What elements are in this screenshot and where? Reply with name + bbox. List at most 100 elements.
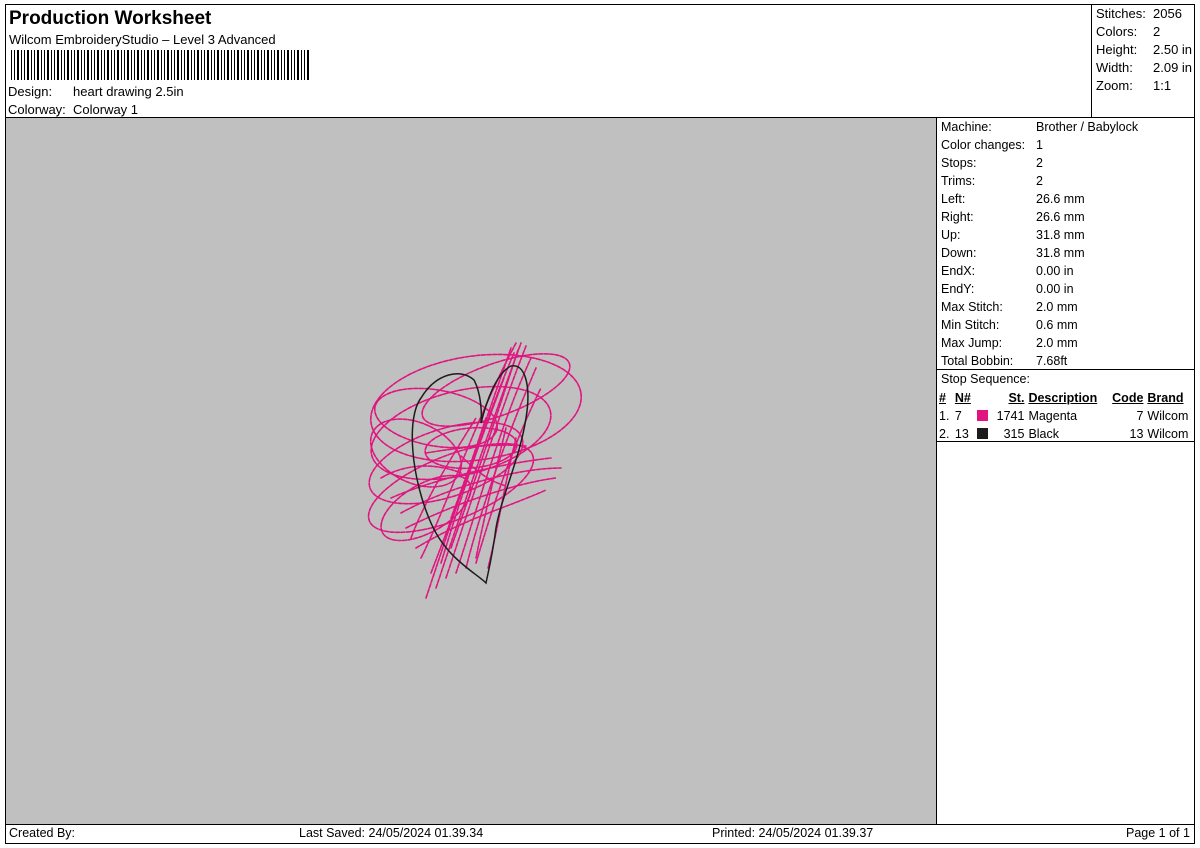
magenta-stitches xyxy=(367,342,583,599)
machine-info-label: Max Jump: xyxy=(941,336,1003,350)
barcode-bar xyxy=(47,50,49,80)
barcode-bar xyxy=(197,50,199,80)
barcode-bar xyxy=(291,50,292,80)
barcode-bar xyxy=(211,50,212,80)
machine-info-row: EndY: 0.00 in xyxy=(941,282,1195,296)
design-row: Design: heart drawing 2.5in xyxy=(8,84,184,99)
row-code: 7 xyxy=(1136,409,1144,423)
barcode-bar xyxy=(241,50,242,80)
barcode-bar xyxy=(27,50,29,80)
barcode-bar xyxy=(137,50,139,80)
colorway-label: Colorway: xyxy=(8,102,66,117)
design-value: heart drawing 2.5in xyxy=(73,84,184,99)
barcode-bar xyxy=(71,50,72,80)
barcode-bar xyxy=(34,50,35,80)
barcode-bar xyxy=(64,50,65,80)
barcode-bar xyxy=(287,50,289,80)
header-code: Code xyxy=(1112,391,1144,405)
barcode-bar xyxy=(207,50,209,80)
barcode-bar xyxy=(201,50,202,80)
barcode-bar xyxy=(104,50,105,80)
barcode-bar xyxy=(187,50,189,80)
machine-info-label: Trims: xyxy=(941,174,976,188)
barcode-bar xyxy=(221,50,222,80)
barcode-bar xyxy=(121,50,122,80)
row-index: 1. xyxy=(939,409,950,423)
barcode-bar xyxy=(54,50,55,80)
barcode-bar xyxy=(267,50,269,80)
machine-info-value: Brother / Babylock xyxy=(1036,120,1139,134)
header-brand: Brand xyxy=(1147,391,1184,405)
stitch-path xyxy=(475,427,507,559)
divider xyxy=(937,369,1195,370)
barcode-bar xyxy=(161,50,162,80)
barcode-bar xyxy=(247,50,249,80)
stop-sequence-title: Stop Sequence: xyxy=(941,372,1030,386)
barcode-bar xyxy=(91,50,92,80)
machine-info-row: Total Bobbin: 7.68ft xyxy=(941,354,1195,368)
barcode-bar xyxy=(234,50,235,80)
page-title: Production Worksheet xyxy=(9,8,212,29)
barcode-bar xyxy=(77,50,79,80)
barcode-bar xyxy=(81,50,82,80)
barcode-bar xyxy=(194,50,195,80)
barcode-bar xyxy=(31,50,32,80)
barcode-bar xyxy=(87,50,89,80)
footer-created-by: Created By: xyxy=(9,826,76,840)
header-needle: N# xyxy=(954,391,971,405)
barcode-bar xyxy=(224,50,225,80)
barcode-bar xyxy=(84,50,85,80)
stat-height: Height: 2.50 in xyxy=(1096,42,1193,57)
barcode-bar xyxy=(294,50,295,80)
machine-info-row: Down: 31.8 mm xyxy=(941,246,1195,260)
machine-info-value: 26.6 mm xyxy=(1036,210,1085,224)
machine-info-value: 0.00 in xyxy=(1036,264,1074,278)
barcode-bar xyxy=(204,50,205,80)
table-header-row: # N# St. Description Code Brand xyxy=(937,389,1195,407)
barcode-bar xyxy=(191,50,192,80)
barcode-bar xyxy=(284,50,285,80)
barcode-bar xyxy=(157,50,159,80)
barcode-bar xyxy=(271,50,272,80)
machine-info-label: EndX: xyxy=(941,264,976,278)
colorway-value: Colorway 1 xyxy=(73,102,139,117)
machine-info-row: Machine: Brother / Babylock xyxy=(941,120,1195,134)
barcode-bar xyxy=(131,50,132,80)
barcode-bar xyxy=(281,50,282,80)
barcode-bar xyxy=(37,50,39,80)
barcode-bar xyxy=(254,50,255,80)
barcode-bar xyxy=(67,50,69,80)
machine-info-row: Left: 26.6 mm xyxy=(941,192,1195,206)
barcode-bar xyxy=(74,50,75,80)
barcode-bar xyxy=(134,50,135,80)
machine-info-label: Left: xyxy=(941,192,966,206)
barcode-bar xyxy=(167,50,169,80)
barcode-bar xyxy=(24,50,25,80)
row-stitches: 1741 xyxy=(996,409,1025,423)
barcode-bar xyxy=(261,50,262,80)
barcode-bar xyxy=(181,50,182,80)
design-label: Design: xyxy=(8,84,53,99)
stitch-path xyxy=(415,489,547,549)
barcode-bar xyxy=(101,50,102,80)
stat-zoom: Zoom: 1:1 xyxy=(1096,78,1172,93)
barcode-bar xyxy=(51,50,52,80)
divider xyxy=(937,441,1195,442)
software-name: Wilcom EmbroideryStudio – Level 3 Advanc… xyxy=(9,32,276,47)
barcode-bar xyxy=(184,50,185,80)
row-swatch xyxy=(975,407,992,425)
row-needle: 7 xyxy=(954,409,962,423)
barcode-bar xyxy=(257,50,259,80)
machine-info-label: Up: xyxy=(941,228,961,242)
barcode-bar xyxy=(14,50,15,80)
divider xyxy=(936,118,937,824)
barcode-bar xyxy=(144,50,145,80)
barcode-bar xyxy=(277,50,279,80)
colorway-row: Colorway: Colorway 1 xyxy=(8,102,138,117)
machine-info-row: Trims: 2 xyxy=(941,174,1195,188)
barcode-bar xyxy=(171,50,172,80)
machine-info-label: Total Bobbin: xyxy=(941,354,1014,368)
machine-info-label: Min Stitch: xyxy=(941,318,1000,332)
machine-info-value: 2.0 mm xyxy=(1036,336,1078,350)
machine-info-row: Min Stitch: 0.6 mm xyxy=(941,318,1195,332)
